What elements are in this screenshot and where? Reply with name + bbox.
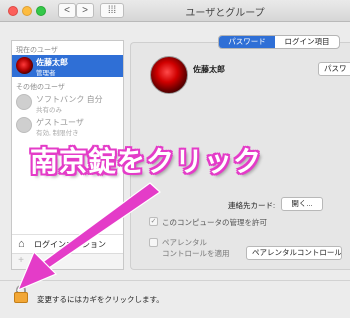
remove-user-button[interactable]: − — [30, 255, 44, 268]
parental-label-line1: ペアレンタル — [162, 238, 207, 247]
parental-controls-button[interactable]: ペアレンタルコントロール... — [246, 246, 342, 260]
tab-password[interactable]: パスワード — [219, 36, 275, 48]
allow-admin-checkbox[interactable]: ✓ — [149, 217, 158, 226]
window-title: ユーザとグループ — [185, 8, 265, 19]
parental-checkbox[interactable] — [149, 238, 158, 247]
user-row-softbank[interactable]: ソフトバンク 自分 共有のみ — [12, 92, 123, 114]
add-remove-bar: + − — [12, 253, 123, 269]
house-icon: ⌂ — [18, 238, 25, 250]
back-button[interactable]: < — [58, 3, 76, 18]
zoom-window-button[interactable] — [36, 6, 46, 16]
allow-admin-label: このコンピュータの管理を許可 — [162, 218, 267, 227]
open-contact-button[interactable]: 開く... — [281, 197, 323, 211]
annotation-text: 南京錠をクリック — [30, 146, 263, 177]
user-row-current[interactable]: 佐藤太郎 管理者 — [12, 55, 123, 77]
login-options-label: ログインオプション — [34, 240, 106, 249]
tab-bar: パスワード ログイン項目 — [218, 35, 340, 49]
chevron-right-icon: > — [82, 5, 88, 16]
current-user-section-label: 現在のユーザ — [16, 47, 58, 54]
change-password-button[interactable]: パスワ — [318, 62, 350, 76]
chevron-left-icon: < — [64, 5, 70, 16]
parental-label: ペアレンタル コントロールを適用 — [162, 237, 230, 259]
add-user-button[interactable]: + — [14, 255, 28, 268]
other-users-section-label: その他のユーザ — [16, 84, 65, 91]
user-picture[interactable] — [150, 56, 188, 94]
padlock-icon[interactable] — [14, 292, 28, 303]
user-silhouette-icon — [16, 117, 32, 133]
lock-hint-label: 変更するにはカギをクリックします。 — [37, 295, 164, 304]
detail-user-name: 佐藤太郎 — [193, 65, 225, 74]
rose-avatar-icon — [16, 57, 33, 74]
forward-button[interactable]: > — [76, 3, 94, 18]
parental-label-line2: コントロールを適用 — [162, 249, 230, 258]
user-role: 管理者 — [36, 70, 56, 77]
grid-icon: ⁞⁞⁞ — [107, 5, 117, 16]
close-window-button[interactable] — [8, 6, 18, 16]
tab-login-items[interactable]: ログイン項目 — [275, 36, 339, 48]
user-silhouette-icon — [16, 94, 32, 110]
user-role: 共有のみ — [36, 107, 62, 114]
user-row-guest[interactable]: ゲストユーザ 有効, 制限付き — [12, 115, 123, 137]
show-all-button[interactable]: ⁞⁞⁞ — [100, 3, 124, 18]
contact-card-label: 連絡先カード: — [228, 201, 276, 210]
minimize-window-button[interactable] — [22, 6, 32, 16]
title-bar: < > ⁞⁞⁞ ユーザとグループ — [0, 0, 350, 22]
user-role: 有効, 制限付き — [36, 130, 79, 137]
login-options-item[interactable]: ⌂ ログインオプション — [12, 234, 123, 252]
